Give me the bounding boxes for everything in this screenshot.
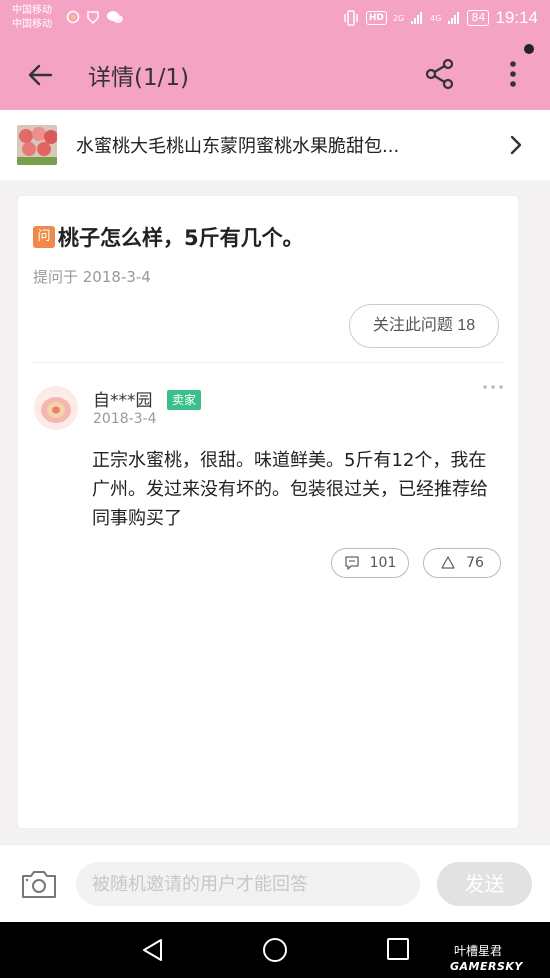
- status-time: 19:14: [495, 8, 538, 27]
- divider: [33, 362, 503, 363]
- share-icon: [425, 58, 454, 90]
- more-options-button[interactable]: [498, 56, 528, 92]
- answer-more-button[interactable]: [481, 378, 505, 390]
- comment-count: 101: [369, 555, 397, 571]
- app-notification-icon: [66, 10, 80, 24]
- question-date: 提问于 2018-3-4: [33, 268, 151, 286]
- watermark-text: 叶槽星君: [454, 944, 503, 958]
- follow-question-button[interactable]: 关注此问题 18: [349, 304, 499, 348]
- upvote-count: 76: [466, 555, 484, 571]
- reply-input[interactable]: [76, 862, 420, 906]
- network-2g-label: 2G: [392, 13, 405, 23]
- triangle-back-icon: [143, 939, 162, 961]
- nav-recents-button[interactable]: [385, 936, 411, 962]
- reply-bar: 发送: [0, 844, 550, 922]
- watermark-logo-text: GAMERSKY: [450, 960, 523, 973]
- wechat-icon: [107, 11, 123, 23]
- peach-photo-icon: [17, 125, 57, 165]
- app-bar: 详情(1/1): [0, 38, 550, 110]
- chevron-right-icon: [506, 132, 526, 158]
- product-title: 水蜜桃大毛桃山东蒙阴蜜桃水果脆甜包...: [76, 136, 400, 157]
- camera-icon: [22, 871, 56, 898]
- notification-dot: [524, 44, 534, 54]
- seller-badge: 卖家: [167, 390, 202, 410]
- comment-icon: [344, 556, 359, 570]
- heart-shield-icon: [87, 11, 99, 24]
- answer-text: 正宗水蜜桃，很甜。味道鲜美。5斤有12个，我在广州。发过来没有坏的。包装很过关，…: [92, 450, 488, 529]
- more-vertical-icon: [510, 61, 516, 87]
- status-bar: 中国移动 中国移动 HD 2G 4G 84 19:14: [0, 0, 550, 38]
- answer-username[interactable]: 自***园: [93, 386, 153, 411]
- answer-date: 2018-3-4: [93, 411, 157, 427]
- status-right: HD 2G 4G 84 19:14: [342, 8, 538, 28]
- comment-button[interactable]: 101: [331, 548, 409, 578]
- battery-indicator: 84: [467, 10, 490, 26]
- system-nav-bar: 叶槽星君 GAMERSKY: [0, 922, 550, 978]
- carrier-1: 中国移动: [12, 5, 52, 16]
- triangle-up-icon: [441, 556, 455, 569]
- page-title: 详情(1/1): [88, 65, 189, 91]
- network-4g-label: 4G: [430, 13, 442, 23]
- avatar[interactable]: [34, 386, 78, 430]
- vibrate-icon: [344, 10, 358, 26]
- more-horizontal-icon: [483, 385, 503, 389]
- upvote-button[interactable]: 76: [423, 548, 501, 578]
- signal-icon-1: [411, 12, 423, 24]
- send-button[interactable]: 发送: [437, 862, 532, 906]
- square-recents-icon: [387, 938, 409, 960]
- signal-icon-2: [448, 12, 460, 24]
- carrier-labels: 中国移动 中国移动: [12, 4, 52, 32]
- hd-badge: HD: [365, 11, 387, 25]
- camera-button[interactable]: [20, 867, 58, 901]
- arrow-left-icon: [28, 64, 53, 86]
- nav-back-button[interactable]: [139, 936, 167, 964]
- product-thumbnail: [17, 125, 57, 165]
- status-notification-icons: [66, 10, 124, 24]
- nav-home-button[interactable]: [261, 936, 289, 964]
- qa-card: 问 桃子怎么样，5斤有几个。 提问于 2018-3-4 关注此问题 18 自**…: [18, 196, 518, 828]
- product-bar[interactable]: 水蜜桃大毛桃山东蒙阴蜜桃水果脆甜包...: [0, 110, 550, 180]
- question-badge: 问: [33, 226, 55, 248]
- peach-avatar-icon: [34, 386, 78, 430]
- circle-home-icon: [263, 938, 287, 962]
- back-button[interactable]: [24, 58, 58, 92]
- question-title: 桃子怎么样，5斤有几个。: [58, 226, 304, 250]
- carrier-2: 中国移动: [12, 19, 52, 30]
- share-button[interactable]: [422, 56, 458, 92]
